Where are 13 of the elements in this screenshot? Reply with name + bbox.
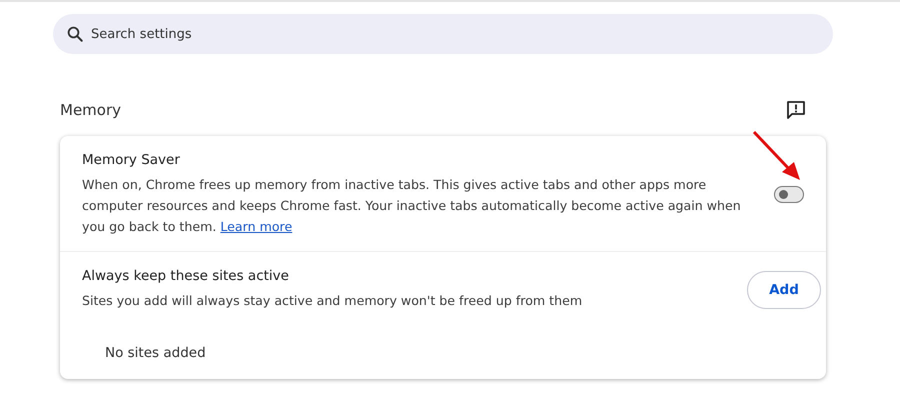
section-title: Memory xyxy=(60,101,122,119)
add-button[interactable]: Add xyxy=(747,270,821,308)
search-icon xyxy=(66,25,84,43)
setting-description: When on, Chrome frees up memory from inactive tabs. This gives active tabs and other apps more computer resources and keeps Chrome fast. Your inactive tabs automatically become active again when you go back to them. Learn more xyxy=(82,176,742,236)
learn-more-link[interactable]: Learn more xyxy=(220,219,292,234)
search-field[interactable]: Search settings xyxy=(53,14,833,54)
empty-message: No sites added xyxy=(105,345,207,361)
memory-saver-toggle[interactable] xyxy=(774,186,804,203)
annotation-arrow xyxy=(752,130,802,182)
feedback-icon[interactable] xyxy=(786,100,806,120)
setting-title: Always keep these sites active xyxy=(82,268,290,284)
setting-description: Sites you add will always stay active and memory won't be freed up from them xyxy=(82,292,584,310)
setting-title: Memory Saver xyxy=(82,152,181,168)
